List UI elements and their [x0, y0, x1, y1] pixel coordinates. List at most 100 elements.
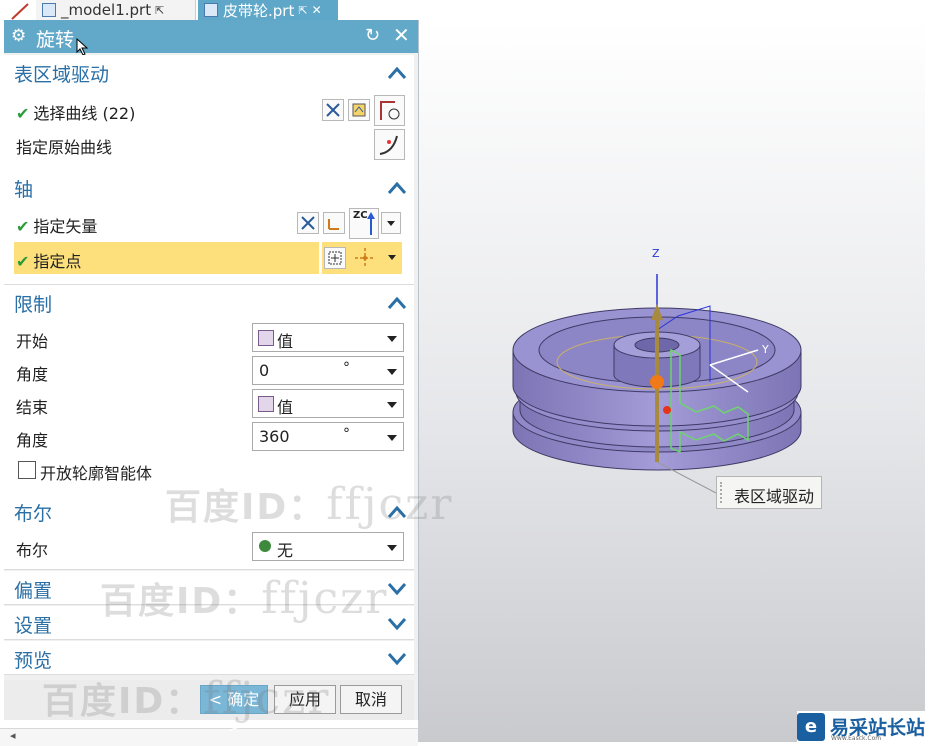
- tab-pulley[interactable]: 皮带轮.prt ⇱ ✕: [198, 0, 338, 20]
- part-file-icon: [204, 3, 218, 17]
- boolean-label: 布尔: [16, 541, 49, 560]
- chevron-up-icon[interactable]: [386, 294, 408, 312]
- vector-dialog-icon[interactable]: [323, 212, 345, 234]
- no-boolean-icon: [259, 540, 271, 552]
- logo-mark-icon: e: [797, 713, 825, 741]
- check-icon: ✔: [16, 104, 30, 123]
- reverse-direction-icon[interactable]: [322, 99, 344, 121]
- start-type-select[interactable]: 值: [252, 323, 404, 352]
- section-preview[interactable]: 预览: [4, 641, 414, 675]
- row-label: ✔ 指定点: [16, 252, 82, 271]
- window-border: [925, 0, 931, 745]
- z-axis-label: Z: [652, 247, 660, 260]
- chevron-up-icon[interactable]: [386, 179, 408, 197]
- logo-subtitle: Www.Easck.Com: [831, 735, 882, 742]
- value-icon: [258, 396, 274, 412]
- chevron-down-icon: [387, 369, 397, 375]
- pulley-model[interactable]: [418, 20, 925, 742]
- row-start-angle: 角度 0 °: [14, 356, 412, 386]
- part-file-icon: [42, 3, 56, 17]
- check-icon: ✔: [16, 217, 30, 236]
- popout-icon[interactable]: ⇱: [155, 4, 164, 17]
- value-icon: [258, 330, 274, 346]
- row-label: ✔ 选择曲线 (22): [16, 104, 136, 123]
- scroll-left-icon[interactable]: ◂: [10, 729, 16, 742]
- cancel-button[interactable]: 取消: [340, 685, 402, 714]
- tooltip-grip: [720, 482, 726, 503]
- tab-label: _model1.prt: [61, 1, 152, 19]
- close-tab-icon[interactable]: ✕: [312, 3, 322, 17]
- point-dialog-icon[interactable]: [324, 247, 346, 269]
- boolean-select[interactable]: 无: [252, 532, 404, 561]
- start-angle-input[interactable]: 0 °: [252, 356, 404, 385]
- status-strip: ◂: [0, 728, 418, 746]
- section-axis: 轴 ✔ 指定矢量 ZC ✔ 指定点: [4, 170, 414, 285]
- gear-icon[interactable]: ⚙: [11, 26, 26, 46]
- tab-label: 皮带轮.prt: [223, 1, 295, 20]
- y-axis-label: Y: [762, 343, 769, 356]
- row-start: 开始 值: [14, 323, 412, 353]
- popout-icon[interactable]: ⇱: [298, 4, 307, 17]
- row-end-angle: 角度 360 °: [14, 422, 412, 452]
- section-header[interactable]: 限制: [14, 290, 52, 317]
- section-header: 设置: [14, 615, 53, 637]
- row-select-curve[interactable]: ✔ 选择曲线 (22): [14, 95, 412, 126]
- end-type-select[interactable]: 值: [252, 389, 404, 418]
- open-profile-checkbox[interactable]: [18, 461, 36, 479]
- zc-vector-icon[interactable]: ZC: [349, 208, 379, 239]
- watermark: 百度ID：ffjczr: [165, 479, 454, 530]
- row-specify-vector[interactable]: ✔ 指定矢量 ZC: [14, 208, 412, 239]
- chevron-down-icon[interactable]: [386, 580, 408, 598]
- end-angle-label: 角度: [16, 431, 49, 450]
- watermark: 百度ID：ffjczr: [100, 573, 389, 624]
- section-header: 偏置: [14, 580, 53, 602]
- point-inference-icon[interactable]: [352, 246, 378, 270]
- chevron-down-icon: [387, 402, 397, 408]
- chevron-up-icon[interactable]: [386, 64, 408, 82]
- row-end: 结束 值: [14, 389, 412, 419]
- chevron-down-icon[interactable]: [386, 615, 408, 633]
- section-surface-region: 表区域驱动 ✔ 选择曲线 (22) 指定原始曲线: [4, 55, 414, 187]
- row-label: ✔ 指定矢量: [16, 217, 98, 236]
- close-icon[interactable]: ✕: [393, 23, 410, 47]
- row-original-curve[interactable]: 指定原始曲线: [14, 129, 412, 160]
- chevron-down-icon: [387, 336, 397, 342]
- reset-icon[interactable]: ↻: [365, 25, 380, 46]
- chevron-down-icon[interactable]: [386, 650, 408, 668]
- start-label: 开始: [16, 332, 49, 351]
- site-logo: e 易采站长站 Www.Easck.Com: [797, 711, 929, 743]
- point-tools: [322, 242, 402, 274]
- select-curve-icon[interactable]: [374, 95, 405, 126]
- original-curve-icon[interactable]: [374, 129, 405, 160]
- check-icon: ✔: [16, 252, 30, 271]
- selection-tooltip: 表区域驱动: [716, 476, 822, 509]
- section-header[interactable]: 轴: [14, 175, 33, 202]
- vector-type-dropdown[interactable]: [381, 212, 401, 234]
- row-boolean: 布尔 无: [14, 532, 412, 562]
- section-header[interactable]: 表区域驱动: [14, 60, 109, 87]
- dialog-title-bar[interactable]: ⚙ 旋转 ↻ ✕: [4, 20, 418, 56]
- sketch-tool-icon: [11, 3, 29, 20]
- curve-rule-icon[interactable]: [348, 99, 370, 121]
- document-tab-bar: _model1.prt ⇱ 皮带轮.prt ⇱ ✕: [0, 0, 931, 20]
- section-header[interactable]: 布尔: [14, 499, 52, 526]
- row-label: 指定原始曲线: [16, 138, 113, 157]
- watermark: 百度ID：ffjczr: [42, 673, 331, 724]
- tooltip-text: 表区域驱动: [734, 487, 815, 506]
- reverse-direction-icon[interactable]: [297, 212, 319, 234]
- end-label: 结束: [16, 398, 49, 417]
- point-type-dropdown[interactable]: [388, 255, 396, 260]
- start-angle-label: 角度: [16, 365, 49, 384]
- mouse-cursor-icon: [76, 38, 89, 56]
- section-header: 预览: [14, 650, 53, 672]
- chevron-down-icon: [387, 435, 397, 441]
- tab-model1[interactable]: _model1.prt ⇱: [36, 0, 196, 20]
- degree-unit: °: [343, 360, 350, 376]
- row-specify-point[interactable]: ✔ 指定点: [14, 242, 319, 274]
- graphics-viewport[interactable]: Z Y: [418, 20, 925, 742]
- degree-unit: °: [343, 426, 350, 442]
- open-profile-label: 开放轮廓智能体: [40, 464, 153, 483]
- chevron-down-icon: [387, 545, 397, 551]
- end-angle-input[interactable]: 360 °: [252, 422, 404, 451]
- dialog-title: 旋转: [36, 29, 75, 51]
